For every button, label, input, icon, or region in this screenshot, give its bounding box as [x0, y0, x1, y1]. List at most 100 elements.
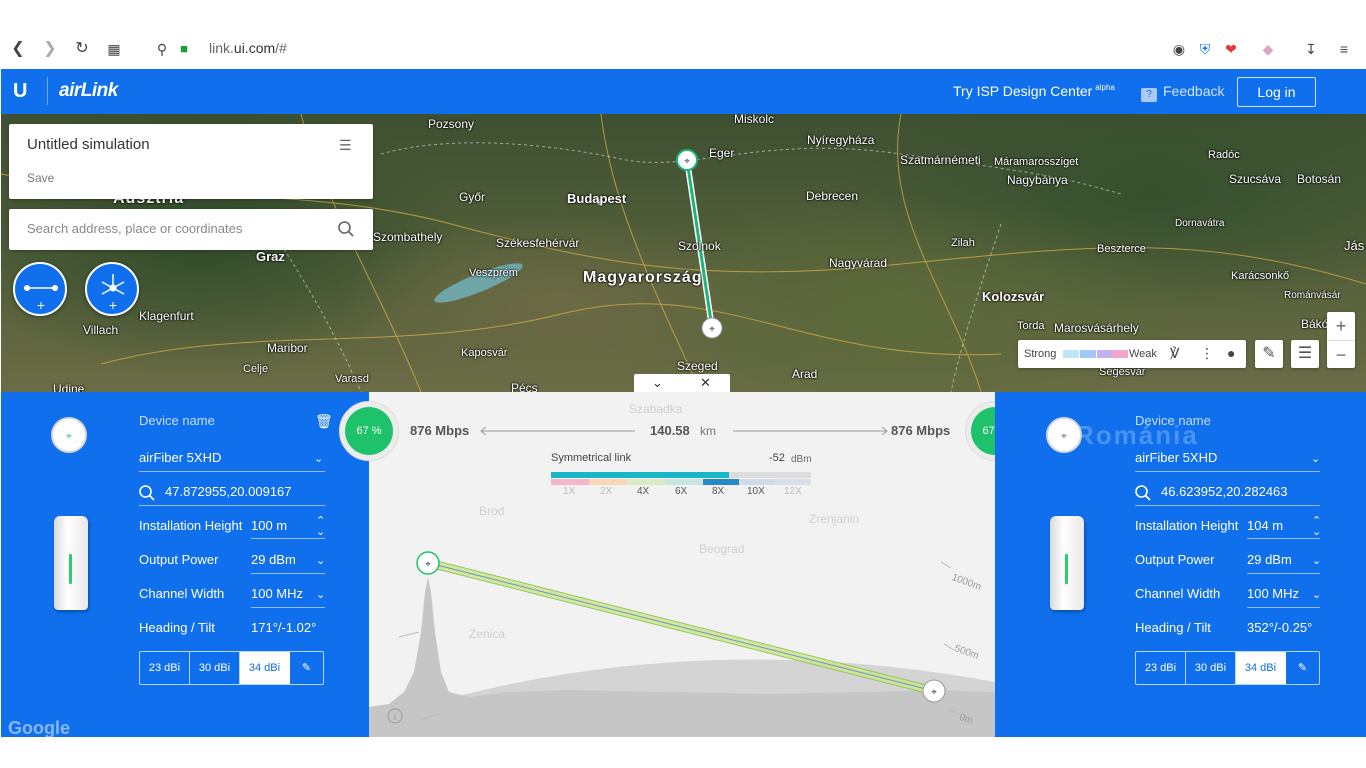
- drop-icon[interactable]: ●: [1227, 345, 1235, 361]
- feedback-icon: ?: [1141, 88, 1157, 102]
- add-ptp-link-button[interactable]: +: [13, 262, 67, 316]
- mod-seg-10x: [739, 479, 775, 485]
- collapse-panel-icon[interactable]: ⌄: [652, 375, 663, 391]
- right-gain-23[interactable]: 23 dBi: [1136, 652, 1186, 684]
- hamburger-menu-icon[interactable]: ☰: [339, 138, 352, 152]
- left-gain-30[interactable]: 30 dBi: [190, 652, 240, 684]
- forward-icon[interactable]: ❯: [40, 39, 60, 59]
- left-edit-gain-icon[interactable]: ✎: [290, 652, 323, 684]
- profile-device-a-glyph: ⌖: [425, 559, 430, 569]
- address-bar[interactable]: link.ui.com/#: [209, 40, 287, 56]
- map-label-celje: Celje: [243, 363, 269, 375]
- map-label-szombathely: Szombathely: [373, 230, 443, 244]
- lock-icon[interactable]: ■: [174, 39, 194, 59]
- isp-design-center-link[interactable]: Try ISP Design Center alpha: [953, 83, 1115, 99]
- right-height-down-icon[interactable]: ⌄: [1312, 525, 1321, 538]
- right-coordinates-input[interactable]: 46.623952,20.282463: [1161, 484, 1288, 499]
- signal-bar-fill: [551, 472, 729, 478]
- map-label-radoc: Radóc: [1208, 149, 1240, 161]
- legend-swatch-2: [1080, 350, 1096, 358]
- back-icon[interactable]: ❮: [8, 39, 28, 59]
- right-channel-width-value[interactable]: 100 MHz: [1247, 586, 1299, 601]
- legend-swatch-1: [1063, 350, 1079, 358]
- search-box: [9, 209, 373, 250]
- svg-text:+: +: [109, 297, 117, 313]
- shield-icon[interactable]: ⛨: [1196, 40, 1214, 58]
- tower-icon[interactable]: ⋮: [1200, 345, 1214, 362]
- right-device-chevron-down-icon[interactable]: ⌄: [1311, 452, 1320, 465]
- brand-logo[interactable]: airLink: [59, 80, 118, 102]
- left-channel-chevron-down-icon[interactable]: ⌄: [316, 588, 325, 601]
- grid-icon[interactable]: ▦: [104, 39, 124, 59]
- ptp-link-icon: +: [24, 285, 58, 313]
- mod-label-1x: 1X: [563, 486, 576, 497]
- add-ptmp-link-button[interactable]: +: [85, 262, 139, 316]
- heart-icon[interactable]: ❤: [1222, 40, 1240, 58]
- signal-unit: dBm: [791, 454, 812, 465]
- left-device-name-value[interactable]: airFiber 5XHD: [139, 450, 221, 465]
- logo-divider: [47, 77, 48, 105]
- left-coordinates-input[interactable]: 47.872955,20.009167: [165, 484, 292, 499]
- right-edit-gain-icon[interactable]: ✎: [1286, 652, 1319, 684]
- save-button[interactable]: Save: [27, 171, 54, 185]
- device-led: [1065, 554, 1068, 584]
- map-label-nagyvarad: Nagyvárad: [829, 256, 888, 270]
- feedback-link[interactable]: ? Feedback: [1141, 83, 1224, 102]
- map-label-maramarossziget: Máramarossziget: [994, 156, 1079, 168]
- right-power-chevron-down-icon[interactable]: ⌄: [1312, 554, 1321, 567]
- left-coord-search-icon: [139, 485, 155, 501]
- cube-icon[interactable]: ◆: [1259, 40, 1277, 58]
- divider: [251, 538, 325, 539]
- left-gain-34[interactable]: 34 dBi: [240, 652, 290, 684]
- divider: [1135, 505, 1320, 506]
- camera-icon[interactable]: ◉: [1170, 40, 1188, 58]
- map-label-kolozsvar: Kolozsvár: [982, 289, 1045, 304]
- left-device-chevron-down-icon[interactable]: ⌄: [314, 452, 323, 465]
- map-label-karacsonko: Karácsonkő: [1231, 270, 1290, 282]
- location-icon[interactable]: ⚲: [152, 39, 172, 59]
- settings-icon[interactable]: ≡: [1335, 40, 1353, 58]
- reload-icon[interactable]: ↻: [72, 39, 92, 59]
- map-label-botosan: Botosán: [1297, 172, 1342, 186]
- right-installation-height-value[interactable]: 104 m: [1247, 518, 1283, 533]
- left-output-power-value[interactable]: 29 dBm: [251, 552, 296, 567]
- map-label-jas: Jás: [1344, 238, 1365, 253]
- search-input[interactable]: [27, 221, 327, 236]
- ptmp-link-icon: +: [101, 274, 125, 313]
- right-gain-34[interactable]: 34 dBi: [1236, 652, 1286, 684]
- left-channel-width-value[interactable]: 100 MHz: [251, 586, 303, 601]
- map-label-dornavatra: Dornavátra: [1175, 218, 1225, 229]
- left-channel-width-label: Channel Width: [139, 586, 225, 601]
- legend-swatch-4: [1112, 350, 1128, 358]
- left-gain-23[interactable]: 23 dBi: [140, 652, 190, 684]
- zoom-out-button[interactable]: −: [1327, 340, 1355, 368]
- map-label-debrecen: Debrecen: [806, 189, 859, 203]
- left-installation-height-value[interactable]: 100 m: [251, 518, 287, 533]
- map-label-klagenfurt: Klagenfurt: [139, 309, 194, 323]
- simulation-title[interactable]: Untitled simulation: [27, 136, 150, 153]
- right-device-badge[interactable]: ⌖: [1046, 417, 1082, 453]
- tick: [943, 643, 955, 651]
- antenna-icon: ⌖: [66, 431, 72, 442]
- layers-icon[interactable]: ☰: [1291, 340, 1319, 368]
- right-installation-height-label: Installation Height: [1135, 518, 1239, 533]
- close-panel-icon[interactable]: ✕: [700, 375, 711, 391]
- download-icon[interactable]: ↧: [1302, 40, 1320, 58]
- mod-label-2x: 2X: [600, 486, 613, 497]
- wifi-signal-icon[interactable]: ℣: [1170, 345, 1180, 362]
- zoom-in-button[interactable]: +: [1327, 312, 1355, 340]
- left-power-chevron-down-icon[interactable]: ⌄: [316, 554, 325, 567]
- left-height-down-icon[interactable]: ⌄: [316, 525, 325, 538]
- right-gain-30[interactable]: 30 dBi: [1186, 652, 1236, 684]
- login-button[interactable]: Log in: [1237, 77, 1316, 107]
- right-device-name-value[interactable]: airFiber 5XHD: [1135, 450, 1217, 465]
- left-device-badge[interactable]: ⌖: [51, 417, 87, 453]
- ubiquiti-logo-icon[interactable]: U: [13, 80, 33, 102]
- map-label-bako: Bákó: [1301, 317, 1329, 331]
- left-delete-icon[interactable]: 🗑: [315, 413, 333, 430]
- url-prefix: link.: [209, 40, 234, 56]
- right-output-power-value[interactable]: 29 dBm: [1247, 552, 1292, 567]
- right-channel-chevron-down-icon[interactable]: ⌄: [1312, 588, 1321, 601]
- ruler-icon[interactable]: ✎: [1255, 340, 1283, 368]
- search-icon[interactable]: [337, 220, 355, 238]
